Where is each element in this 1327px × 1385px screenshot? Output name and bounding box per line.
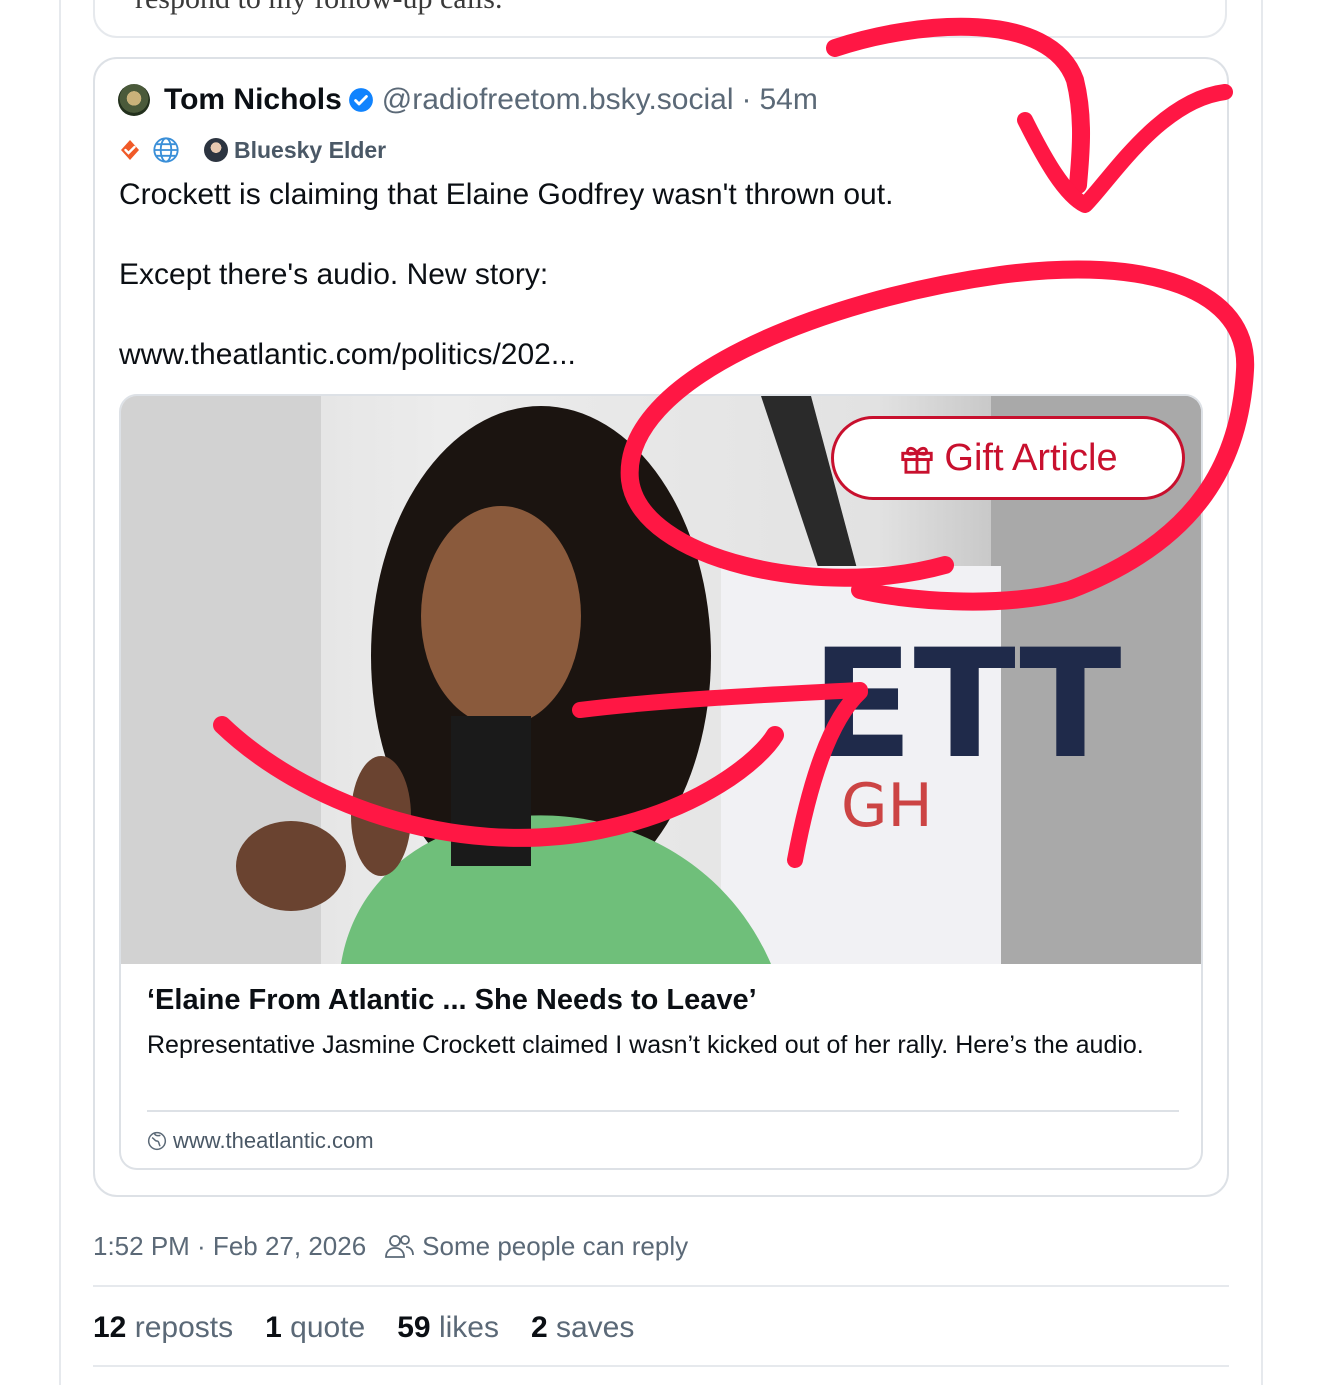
gift-article-button[interactable]: Gift Article [831, 416, 1185, 500]
post-text-line-1: Crockett is claiming that Elaine Godfrey… [119, 178, 894, 211]
engagement-stats: 12 reposts 1 quote 59 likes 2 saves [93, 1306, 666, 1350]
link-preview-card[interactable]: ETT GH Gift Article ‘Elaine From Atlanti… [119, 394, 1203, 1170]
author-handle[interactable]: @radiofreetom.bsky.social [382, 83, 734, 117]
author-avatar[interactable] [118, 84, 150, 116]
author-name[interactable]: Tom Nichols [164, 83, 342, 117]
stat-reposts[interactable]: 12 reposts [93, 1311, 233, 1345]
verified-check-icon [348, 87, 374, 113]
post-timestamp: 1:52 PM · Feb 27, 2026 [93, 1230, 367, 1261]
thread-right-border [1261, 0, 1263, 1385]
stat-saves[interactable]: 2 saves [531, 1311, 634, 1345]
gift-icon [898, 439, 936, 477]
post-time-ago[interactable]: 54m [760, 83, 818, 117]
elder-badge-label: Bluesky Elder [234, 136, 387, 163]
people-icon [384, 1232, 415, 1260]
article-thumbnail: ETT GH Gift Article [121, 396, 1201, 964]
reply-setting[interactable]: Some people can reply [422, 1231, 688, 1262]
gift-article-label: Gift Article [944, 436, 1118, 479]
card-divider [147, 1110, 1179, 1112]
svg-text:GH: GH [841, 771, 933, 841]
article-description: Representative Jasmine Crockett claimed … [147, 1031, 1144, 1059]
globe-small-icon [147, 1131, 167, 1151]
post-text-line-2: Except there's audio. New story: [119, 258, 549, 291]
quoted-post-header: Tom Nichols @radiofreetom.bsky.social · … [118, 80, 818, 120]
elder-badge-avatar [204, 138, 228, 162]
header-separator: · [741, 83, 752, 116]
stat-likes[interactable]: 59 likes [397, 1311, 499, 1345]
article-domain-text: www.theatlantic.com [173, 1128, 374, 1153]
article-title: ‘Elaine From Atlantic ... She Needs to L… [147, 984, 757, 1016]
previous-post-text: respond to my follow-up calls. [135, 0, 502, 16]
profile-badges: Bluesky Elder [118, 135, 386, 165]
stats-top-divider [93, 1285, 1229, 1287]
post-meta: 1:52 PM · Feb 27, 2026 Some people can r… [93, 1226, 688, 1266]
globe-icon [152, 136, 180, 164]
stats-bottom-divider [93, 1365, 1229, 1367]
post-link-url[interactable]: www.theatlantic.com/politics/202... [119, 338, 576, 372]
orange-check-badge-icon [118, 138, 142, 162]
thread-left-border [59, 0, 61, 1385]
stat-quotes[interactable]: 1 quote [265, 1311, 365, 1345]
svg-text:ETT: ETT [811, 618, 1122, 792]
article-domain: www.theatlantic.com [147, 1126, 374, 1156]
